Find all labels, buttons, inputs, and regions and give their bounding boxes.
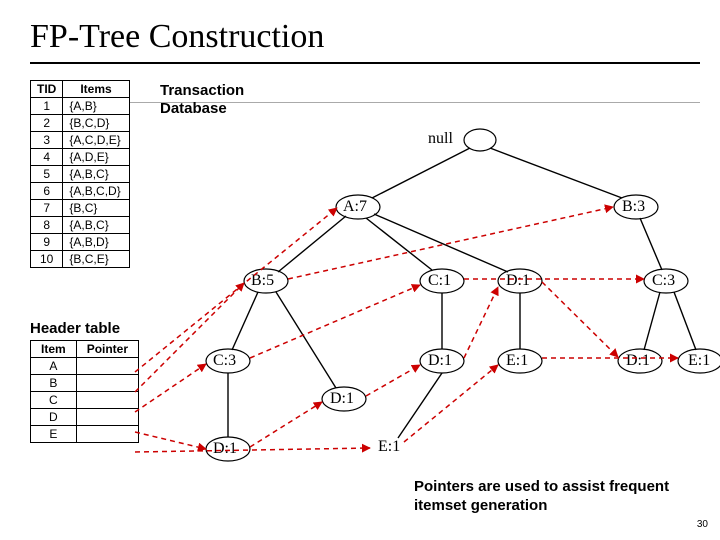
table-row: 6{A,B,C,D}	[31, 183, 130, 200]
node-C3b: C:3	[213, 352, 236, 370]
sub-rule	[30, 102, 700, 103]
node-E1b: E:1	[688, 352, 710, 370]
table-row: C	[31, 392, 139, 409]
ht-col-pointer: Pointer	[76, 341, 138, 358]
node-D1c: D:1	[428, 352, 452, 370]
table-row: 5{A,B,C}	[31, 166, 130, 183]
table-row: 9{A,B,D}	[31, 234, 130, 251]
header-table-label: Header table	[30, 320, 120, 337]
table-row: E	[31, 426, 139, 443]
table-row: 7{B,C}	[31, 200, 130, 217]
table-row: 4{A,D,E}	[31, 149, 130, 166]
node-D1e: D:1	[213, 440, 237, 458]
header-table: Item Pointer ABCDE	[30, 340, 139, 443]
table-row: D	[31, 409, 139, 426]
table-row: 1{A,B}	[31, 98, 130, 115]
node-C3a: C:3	[652, 272, 675, 290]
node-null: null	[428, 130, 453, 148]
slide-title: FP-Tree Construction	[30, 18, 324, 56]
node-D1d: D:1	[626, 352, 650, 370]
node-D1b: D:1	[330, 390, 354, 408]
node-D1a: D:1	[506, 272, 530, 290]
ht-col-item: Item	[31, 341, 77, 358]
table-row: 3{A,C,D,E}	[31, 132, 130, 149]
page-number: 30	[697, 519, 708, 530]
db-col-tid: TID	[31, 81, 63, 98]
caption-text: Pointers are used to assist frequent ite…	[414, 478, 714, 516]
node-C1: C:1	[428, 272, 451, 290]
title-rule	[30, 62, 700, 64]
table-row: A	[31, 358, 139, 375]
db-col-items: Items	[63, 81, 129, 98]
transaction-db-label: TransactionDatabase	[160, 82, 244, 118]
node-A7: A:7	[343, 198, 367, 216]
table-row: 8{A,B,C}	[31, 217, 130, 234]
node-B3: B:3	[622, 198, 645, 216]
node-E1c: E:1	[378, 438, 400, 456]
table-row: B	[31, 375, 139, 392]
node-E1a: E:1	[506, 352, 528, 370]
table-row: 2{B,C,D}	[31, 115, 130, 132]
table-row: 10{B,C,E}	[31, 251, 130, 268]
transaction-db-table: TID Items 1{A,B}2{B,C,D}3{A,C,D,E}4{A,D,…	[30, 80, 130, 268]
node-B5: B:5	[251, 272, 274, 290]
